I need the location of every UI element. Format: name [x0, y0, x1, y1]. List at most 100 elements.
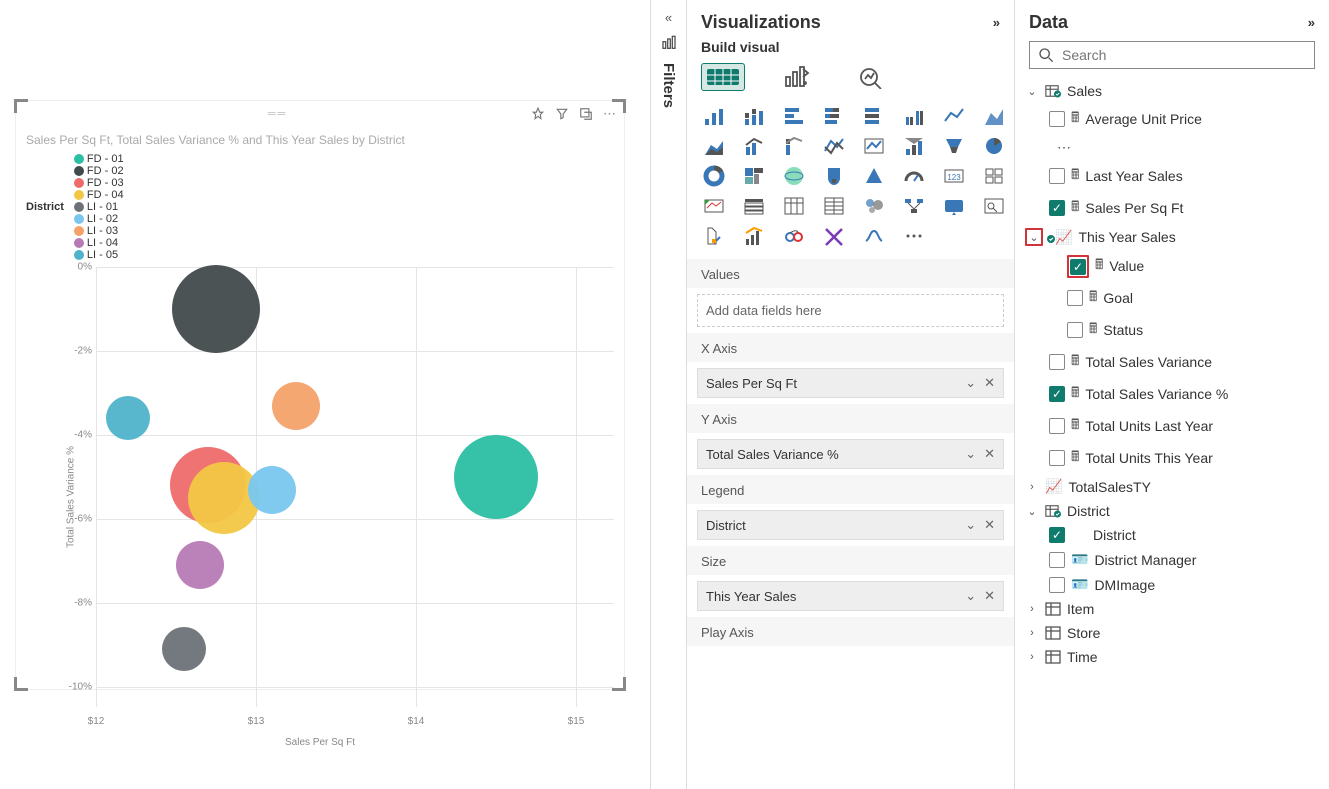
- legend-item[interactable]: LI - 05: [74, 249, 124, 261]
- viz-type-10[interactable]: [777, 133, 811, 159]
- viz-type-7[interactable]: [977, 103, 1011, 129]
- viz-type-17[interactable]: [737, 163, 771, 189]
- viz-type-6[interactable]: [937, 103, 971, 129]
- viz-type-19[interactable]: [817, 163, 851, 189]
- size-field-pill[interactable]: This Year Sales ⌄✕: [697, 581, 1004, 611]
- viz-type-5[interactable]: [897, 103, 931, 129]
- chevron-down-icon[interactable]: ⌄: [965, 375, 976, 391]
- legend-item[interactable]: LI - 03: [74, 225, 124, 237]
- viz-type-2[interactable]: [777, 103, 811, 129]
- pin-icon[interactable]: [531, 106, 545, 122]
- checkbox[interactable]: [1049, 354, 1065, 370]
- remove-field-icon[interactable]: ✕: [984, 517, 995, 533]
- bubble-li-05[interactable]: [106, 396, 150, 440]
- viz-type-24[interactable]: [697, 193, 731, 219]
- legend-item[interactable]: FD - 02: [74, 165, 124, 177]
- checkbox[interactable]: [1049, 111, 1065, 127]
- viz-type-34[interactable]: [777, 223, 811, 249]
- checkbox[interactable]: [1049, 450, 1065, 466]
- legend-item[interactable]: FD - 01: [74, 153, 124, 165]
- checkbox[interactable]: [1049, 418, 1065, 434]
- table-time[interactable]: ›Time: [1023, 645, 1321, 669]
- field-district-manager[interactable]: 🪪District Manager: [1023, 547, 1321, 572]
- data-search-box[interactable]: [1029, 41, 1315, 69]
- filters-pane-collapsed[interactable]: « Filters: [650, 0, 686, 789]
- table-district[interactable]: ⌄ District: [1023, 499, 1321, 523]
- checkbox[interactable]: [1049, 577, 1065, 593]
- visual-drag-handle[interactable]: ══: [24, 108, 531, 120]
- collapse-visualizations-icon[interactable]: »: [993, 15, 1000, 30]
- field-average-unit-price[interactable]: 🖩Average Unit Price: [1023, 103, 1321, 135]
- bubble-fd-01[interactable]: [454, 435, 538, 519]
- viz-type-30[interactable]: [937, 193, 971, 219]
- chevron-right-icon[interactable]: ›: [1025, 651, 1039, 663]
- viz-type-8[interactable]: [697, 133, 731, 159]
- field-total-units-last-year[interactable]: 🖩Total Units Last Year: [1023, 410, 1321, 442]
- chevron-down-icon[interactable]: ⌄: [1025, 85, 1039, 98]
- chevron-down-icon[interactable]: ⌄: [965, 446, 976, 462]
- ellipsis-icon[interactable]: ⋯: [1049, 139, 1071, 156]
- focus-mode-icon[interactable]: [579, 106, 593, 122]
- viz-type-9[interactable]: [737, 133, 771, 159]
- viz-type-11[interactable]: [817, 133, 851, 159]
- viz-type-21[interactable]: [897, 163, 931, 189]
- legend-item[interactable]: LI - 02: [74, 213, 124, 225]
- resize-handle-bl[interactable]: [14, 677, 28, 691]
- resize-handle-tl[interactable]: [14, 99, 28, 113]
- checkbox-checked[interactable]: ✓: [1049, 386, 1065, 402]
- viz-type-22[interactable]: 123: [937, 163, 971, 189]
- legend-field-pill[interactable]: District ⌄✕: [697, 510, 1004, 540]
- viz-type-1[interactable]: [737, 103, 771, 129]
- viz-type-26[interactable]: [777, 193, 811, 219]
- field-district[interactable]: ✓District: [1023, 523, 1321, 547]
- chevron-down-icon[interactable]: ⌄: [965, 517, 976, 533]
- checkbox-checked[interactable]: ✓: [1049, 527, 1065, 543]
- field-total-sales-variance-pct[interactable]: ✓🖩Total Sales Variance %: [1023, 378, 1321, 410]
- checkbox[interactable]: [1067, 322, 1083, 338]
- bubble-li-02[interactable]: [248, 466, 296, 514]
- build-visual-tab[interactable]: [701, 63, 745, 91]
- viz-type-20[interactable]: [857, 163, 891, 189]
- resize-handle-br[interactable]: [612, 677, 626, 691]
- bubble-li-04[interactable]: [176, 541, 224, 589]
- viz-type-31[interactable]: [977, 193, 1011, 219]
- legend-item[interactable]: LI - 01: [74, 201, 124, 213]
- yaxis-field-pill[interactable]: Total Sales Variance % ⌄✕: [697, 439, 1004, 469]
- bubble-li-01[interactable]: [162, 627, 206, 671]
- viz-type-3[interactable]: [817, 103, 851, 129]
- viz-type-33[interactable]: [737, 223, 771, 249]
- remove-field-icon[interactable]: ✕: [984, 446, 995, 462]
- bubble-li-03[interactable]: [272, 382, 320, 430]
- remove-field-icon[interactable]: ✕: [984, 588, 995, 604]
- viz-type-14[interactable]: [937, 133, 971, 159]
- field-this-year-sales[interactable]: ⌄ 📈 This Year Sales: [1023, 224, 1321, 250]
- checkbox-checked[interactable]: ✓: [1070, 259, 1086, 275]
- field-total-sales-ty[interactable]: ›📈TotalSalesTY: [1023, 474, 1321, 499]
- checkbox[interactable]: [1049, 168, 1065, 184]
- legend-item[interactable]: LI - 04: [74, 237, 124, 249]
- viz-type-28[interactable]: [857, 193, 891, 219]
- viz-type-32[interactable]: [697, 223, 731, 249]
- filter-icon[interactable]: [555, 106, 569, 122]
- viz-type-16[interactable]: [697, 163, 731, 189]
- table-sales[interactable]: ⌄ Sales: [1023, 79, 1321, 103]
- viz-type-35[interactable]: [817, 223, 851, 249]
- viz-type-0[interactable]: [697, 103, 731, 129]
- chevron-down-icon[interactable]: ⌄: [1028, 231, 1040, 244]
- field-this-year-sales-goal[interactable]: 🖩Goal: [1023, 282, 1321, 314]
- checkbox-checked[interactable]: ✓: [1049, 200, 1065, 216]
- legend-item[interactable]: FD - 04: [74, 189, 124, 201]
- chevron-down-icon[interactable]: ⌄: [1025, 505, 1039, 518]
- data-search-input[interactable]: [1062, 47, 1306, 63]
- viz-type-23[interactable]: [977, 163, 1011, 189]
- scatter-chart-visual[interactable]: ══ ⋯ Sales Per Sq Ft, Total Sales Varian…: [15, 100, 625, 690]
- viz-type-36[interactable]: [857, 223, 891, 249]
- field-last-year-sales[interactable]: 🖩Last Year Sales: [1023, 160, 1321, 192]
- viz-type-27[interactable]: [817, 193, 851, 219]
- field-total-sales-variance[interactable]: 🖩Total Sales Variance: [1023, 346, 1321, 378]
- format-visual-tab[interactable]: [775, 63, 819, 91]
- checkbox[interactable]: [1049, 552, 1065, 568]
- viz-type-37[interactable]: [897, 223, 931, 249]
- remove-field-icon[interactable]: ✕: [984, 375, 995, 391]
- table-item[interactable]: ›Item: [1023, 597, 1321, 621]
